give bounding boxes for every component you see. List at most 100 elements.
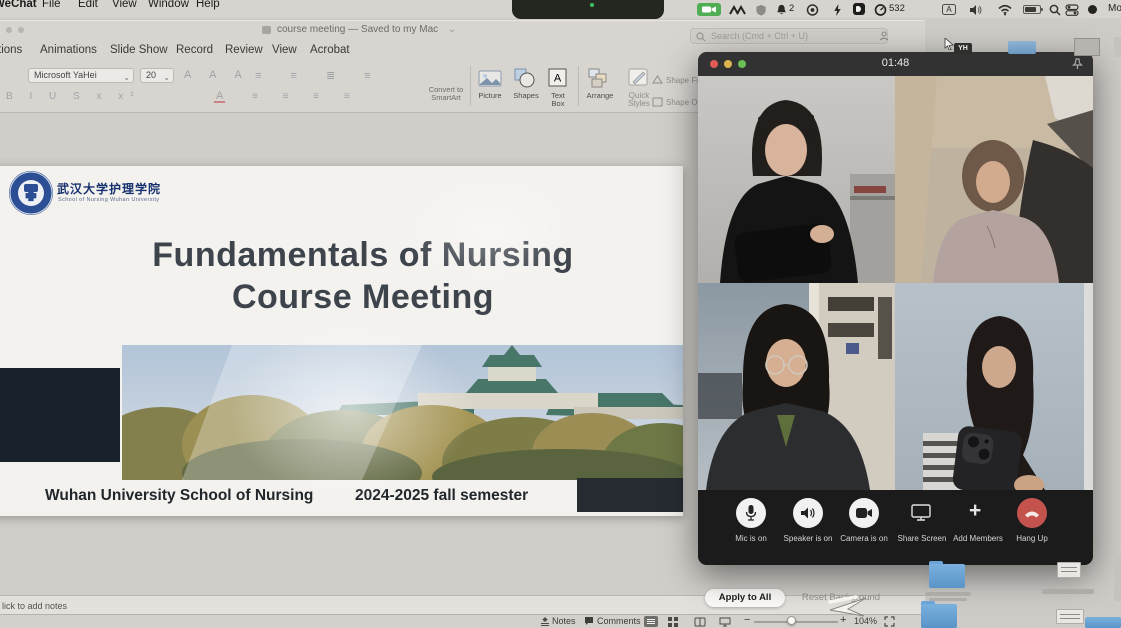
tab-record[interactable]: Record — [176, 44, 213, 56]
tab-acrobat[interactable]: Acrobat — [310, 44, 350, 56]
file-line — [1061, 571, 1077, 572]
input-source-icon[interactable]: A — [942, 4, 956, 15]
spotlight-search-icon[interactable] — [1049, 4, 1061, 16]
campus-photo[interactable] — [122, 345, 683, 480]
desktop-icon[interactable] — [1074, 38, 1100, 56]
shapes-icon[interactable] — [514, 68, 536, 88]
window-close-button[interactable] — [6, 27, 12, 33]
tab-review[interactable]: Review — [225, 44, 263, 56]
menu-edit[interactable]: Edit — [78, 0, 98, 10]
quick-styles-icon[interactable] — [628, 68, 650, 88]
slide-footer-left[interactable]: Wuhan University School of Nursing — [45, 487, 313, 505]
desktop-folder[interactable] — [929, 564, 965, 588]
macbook-notch — [512, 0, 664, 19]
slide-title-line2[interactable]: Course Meeting — [23, 278, 703, 317]
notes-toggle-icon[interactable] — [540, 616, 550, 626]
control-center-icon[interactable] — [1065, 4, 1079, 16]
wechat-call-active-icon[interactable] — [697, 3, 721, 16]
menu-help[interactable]: Help — [196, 0, 220, 10]
bell-icon[interactable] — [776, 4, 787, 16]
chevrons-status-icon[interactable] — [728, 4, 748, 16]
shape-outline-button[interactable]: Shape Ou — [666, 98, 702, 107]
shape-outline-icon[interactable] — [652, 97, 663, 107]
zoom-slider-thumb[interactable] — [787, 616, 796, 625]
shield-icon[interactable] — [755, 4, 767, 16]
slideshow-view-button[interactable] — [719, 617, 731, 627]
convert-smartart-button[interactable]: Convert to SmartArt — [420, 86, 472, 102]
desktop-icon[interactable] — [1008, 41, 1036, 54]
menu-window[interactable]: Window — [148, 0, 189, 10]
desktop-icon[interactable] — [1114, 37, 1121, 57]
slide-sorter-view-button[interactable] — [668, 617, 678, 627]
share-screen-label: Share Screen — [892, 534, 952, 543]
hang-up-button[interactable] — [1017, 498, 1047, 528]
file-label-text — [1042, 589, 1094, 594]
fit-to-window-button[interactable] — [884, 616, 895, 627]
menu-file[interactable]: File — [42, 0, 61, 10]
normal-view-button[interactable] — [644, 616, 658, 627]
camera-button[interactable] — [849, 498, 879, 528]
share-presence-icon[interactable] — [878, 30, 890, 42]
desktop-folder[interactable] — [921, 604, 957, 628]
shape-fill-icon[interactable] — [652, 75, 663, 85]
mouse-cursor — [826, 588, 876, 628]
shape-fill-button[interactable]: Shape Fill — [666, 76, 702, 85]
picture-icon[interactable] — [478, 70, 502, 87]
file-line — [1060, 618, 1080, 619]
zoom-out-button[interactable]: − — [744, 614, 750, 626]
font-color-swatch — [214, 101, 225, 103]
call-titlebar: 01:48 — [698, 52, 1093, 76]
creative-cloud-icon[interactable] — [806, 4, 819, 16]
arrange-icon[interactable] — [588, 68, 610, 88]
video-tile-participant-2[interactable] — [895, 76, 1093, 283]
desktop-file[interactable] — [1056, 609, 1084, 624]
slide-title-line1[interactable]: Fundamentals of Nursing — [23, 236, 703, 275]
tab-view[interactable]: View — [272, 44, 297, 56]
font-name-select[interactable]: Microsoft YaHei ⌄ — [28, 68, 134, 83]
battery-icon[interactable] — [1023, 5, 1041, 14]
menu-app-wechat[interactable]: WeChat — [0, 0, 37, 10]
university-logo — [8, 170, 54, 216]
apply-to-all-button[interactable]: Apply to All — [705, 589, 785, 607]
meter-icon[interactable] — [874, 4, 887, 16]
tab-transitions[interactable]: tions — [0, 44, 22, 56]
video-tile-participant-3[interactable] — [698, 283, 895, 490]
video-tile-participant-4[interactable] — [895, 283, 1093, 490]
reading-view-button[interactable] — [694, 617, 706, 627]
volume-icon[interactable] — [969, 4, 983, 16]
alignment-buttons[interactable]: ≡ ≡ ≡ ≡ — [252, 91, 361, 102]
font-size-select[interactable]: 20 ⌄ — [140, 68, 174, 83]
slide-accent-rectangle-right[interactable] — [577, 478, 683, 512]
text-box-icon[interactable]: A — [548, 68, 567, 87]
title-chevron-icon[interactable]: ⌄ — [448, 24, 456, 35]
chevron-down-icon: ⌄ — [163, 71, 170, 84]
siri-icon[interactable] — [1088, 5, 1097, 14]
list-format-buttons[interactable]: ≡ ≡ ≣ ≡ — [255, 69, 384, 82]
share-screen-button[interactable] — [911, 504, 931, 521]
speaker-button[interactable] — [793, 498, 823, 528]
slide-accent-rectangle-left[interactable] — [0, 368, 120, 462]
search-input[interactable]: Search (Cmd + Ctrl + U) — [690, 28, 888, 44]
bolt-icon[interactable] — [833, 4, 842, 16]
bold-italic-underline-buttons[interactable]: B I U S x x² — [6, 91, 141, 102]
comments-icon[interactable] — [584, 616, 594, 626]
comments-toggle-button[interactable]: Comments — [597, 616, 641, 626]
desktop-file[interactable] — [1057, 562, 1081, 578]
tab-animations[interactable]: Animations — [40, 44, 97, 56]
font-resize-buttons[interactable]: A A A — [184, 69, 250, 81]
desktop-folder[interactable] — [1085, 617, 1121, 628]
tab-slide-show[interactable]: Slide Show — [110, 44, 168, 56]
notes-toggle-button[interactable]: Notes — [552, 616, 576, 626]
slide-footer-right[interactable]: 2024-2025 fall semester — [355, 487, 528, 505]
menubar-clock-text: Mo — [1108, 3, 1121, 14]
pin-icon[interactable] — [1072, 58, 1083, 70]
wifi-icon[interactable] — [998, 4, 1012, 16]
window-minimize-button[interactable] — [18, 27, 24, 33]
video-tile-participant-1[interactable] — [698, 76, 895, 283]
mic-button[interactable] — [736, 498, 766, 528]
notes-pane[interactable]: lick to add notes — [0, 595, 925, 614]
dark-app-status-icon[interactable] — [853, 3, 865, 15]
menu-view[interactable]: View — [112, 0, 137, 10]
add-members-button[interactable]: + — [969, 500, 981, 521]
desktop-icon[interactable] — [1114, 555, 1121, 601]
